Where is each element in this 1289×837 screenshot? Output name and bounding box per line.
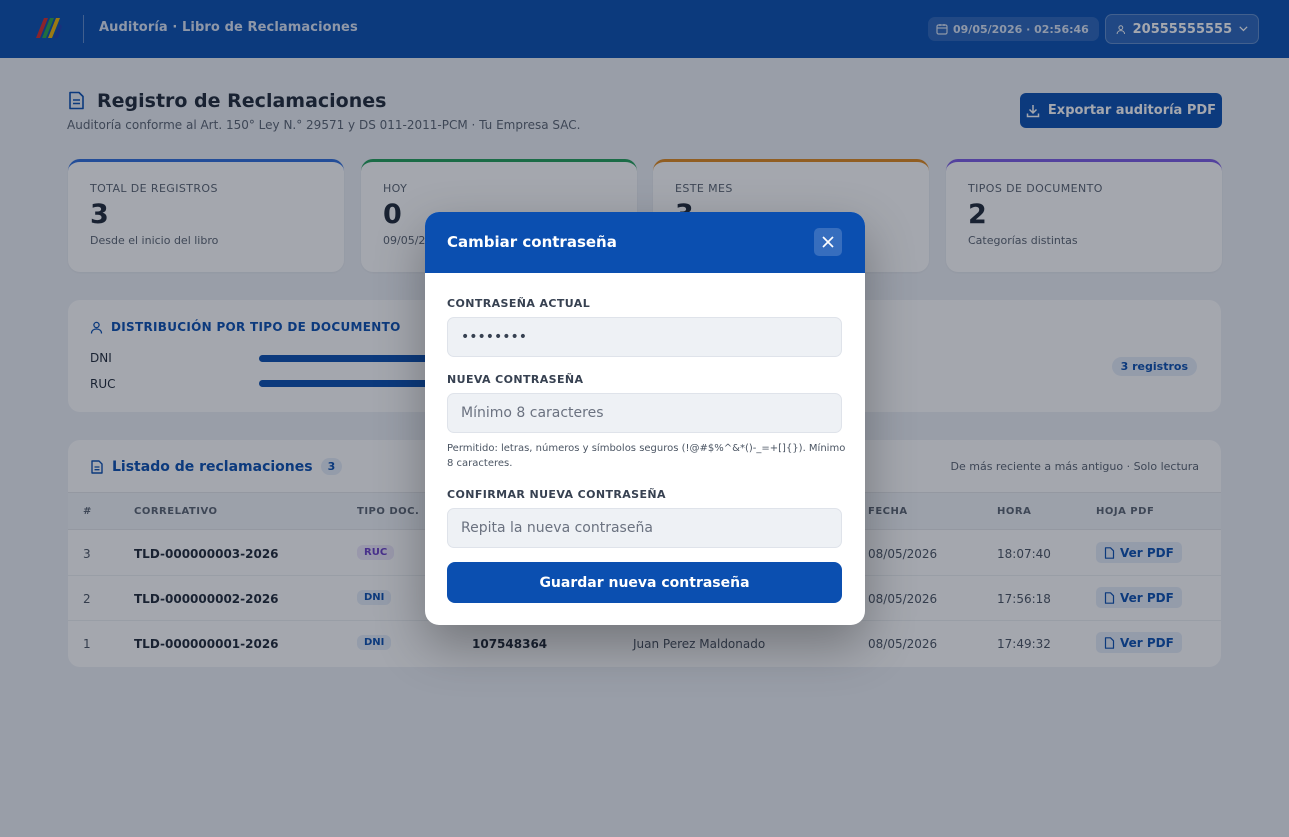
- save-password-button[interactable]: Guardar nueva contraseña: [447, 562, 842, 603]
- new-password-field[interactable]: [447, 393, 842, 433]
- new-password-label: NUEVA CONTRASEÑA: [447, 373, 584, 386]
- current-password-label: CONTRASEÑA ACTUAL: [447, 297, 591, 310]
- current-password-field[interactable]: [447, 317, 842, 357]
- change-password-modal: Cambiar contraseña CONTRASEÑA ACTUAL NUE…: [425, 212, 865, 625]
- password-hint: Permitido: letras, números y símbolos se…: [447, 443, 846, 469]
- confirm-password-label: CONFIRMAR NUEVA CONTRASEÑA: [447, 488, 666, 501]
- close-icon: [822, 236, 834, 248]
- confirm-password-field[interactable]: [447, 508, 842, 548]
- close-button[interactable]: [814, 228, 842, 256]
- modal-title: Cambiar contraseña: [447, 233, 617, 251]
- modal-header: Cambiar contraseña: [425, 212, 865, 273]
